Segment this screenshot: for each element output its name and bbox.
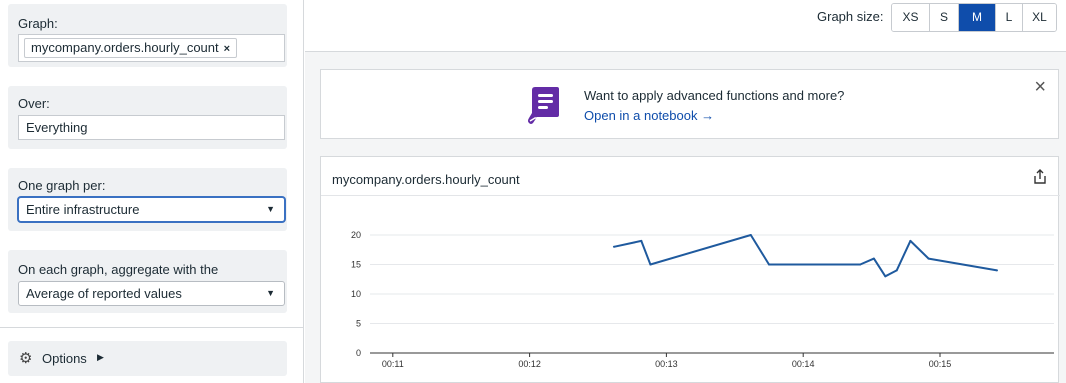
- metric-input[interactable]: mycompany.orders.hourly_count ×: [18, 34, 285, 62]
- chevron-down-icon: ▼: [266, 204, 275, 214]
- size-m-button[interactable]: M: [959, 4, 996, 31]
- y-tick-label: 0: [356, 348, 361, 358]
- data-point: [612, 245, 615, 248]
- sidebar: Graph: mycompany.orders.hourly_count × Ov…: [0, 0, 304, 383]
- data-point: [872, 257, 875, 260]
- data-point: [884, 275, 887, 278]
- size-s-button[interactable]: S: [930, 4, 959, 31]
- line-chart: 0 5 10 15 20 00:11 00:12 00:13 00:14 00:15: [351, 230, 1054, 369]
- size-xl-button[interactable]: XL: [1023, 4, 1056, 31]
- x-tick-label: 00:11: [382, 359, 404, 369]
- data-point: [768, 263, 770, 266]
- notebook-icon: [528, 87, 559, 124]
- graph-card: mycompany.orders.hourly_count 0 5 10 15 20 00…: [320, 156, 1060, 383]
- data-point: [927, 257, 930, 260]
- options-button[interactable]: ⚙ Options ▶: [8, 341, 287, 376]
- aggregate-select[interactable]: Average of reported values ▼: [18, 281, 285, 306]
- banner-message: Want to apply advanced functions and mor…: [584, 88, 845, 103]
- aggregate-label: On each graph, aggregate with the: [18, 262, 219, 277]
- graph-title: mycompany.orders.hourly_count: [332, 172, 520, 187]
- graph-size-label: Graph size:: [817, 9, 884, 24]
- metric-tag[interactable]: mycompany.orders.hourly_count ×: [24, 38, 238, 58]
- over-input[interactable]: Everything: [18, 115, 285, 140]
- options-label: Options: [42, 351, 87, 366]
- graph-label: Graph:: [18, 16, 58, 31]
- over-label: Over:: [18, 96, 50, 111]
- notebook-banner: Want to apply advanced functions and mor…: [320, 69, 1059, 139]
- size-xs-button[interactable]: XS: [892, 4, 930, 31]
- over-panel: Over: Everything: [8, 86, 287, 149]
- data-point: [640, 239, 643, 242]
- series-line: [613, 234, 998, 278]
- per-panel: One graph per: Entire infrastructure ▼: [8, 168, 287, 231]
- gear-icon: ⚙: [19, 350, 33, 367]
- metric-tag-label: mycompany.orders.hourly_count: [31, 40, 219, 55]
- sidebar-divider: [0, 327, 304, 328]
- y-tick-label: 5: [356, 319, 361, 329]
- y-tick-label: 10: [351, 289, 361, 299]
- main-area: Graph size: XS S M L XL Want to apply ad…: [305, 0, 1066, 383]
- graph-panel: Graph: mycompany.orders.hourly_count ×: [8, 4, 287, 67]
- data-point: [909, 239, 912, 242]
- x-tick-label: 00:12: [518, 359, 541, 369]
- graph-size-bar: Graph size: XS S M L XL: [305, 0, 1066, 52]
- x-tick-label: 00:15: [929, 359, 952, 369]
- aggregate-select-value: Average of reported values: [26, 286, 182, 301]
- data-point: [649, 263, 652, 266]
- graph-divider: [321, 195, 1060, 196]
- chevron-down-icon: ▼: [266, 288, 275, 298]
- data-point: [859, 263, 862, 266]
- x-tick-label: 00:13: [655, 359, 678, 369]
- data-point: [996, 269, 998, 272]
- size-l-button[interactable]: L: [996, 4, 1023, 31]
- metric-tag-remove-icon[interactable]: ×: [224, 43, 230, 55]
- y-tick-label: 20: [351, 230, 361, 240]
- y-tick-label: 15: [351, 260, 361, 270]
- per-label: One graph per:: [18, 178, 106, 193]
- x-tick-label: 00:14: [792, 359, 815, 369]
- data-point: [895, 269, 898, 272]
- per-select-value: Entire infrastructure: [26, 202, 140, 217]
- per-select[interactable]: Entire infrastructure ▼: [18, 197, 285, 222]
- graph-size-toggle: XS S M L XL: [891, 3, 1057, 32]
- data-point: [749, 234, 752, 236]
- aggregate-panel: On each graph, aggregate with the Averag…: [8, 250, 287, 313]
- caret-right-icon: ▶: [97, 352, 104, 362]
- export-icon[interactable]: [1032, 169, 1048, 185]
- close-icon[interactable]: ×: [1034, 76, 1046, 99]
- open-notebook-link[interactable]: Open in a notebook →: [584, 108, 714, 123]
